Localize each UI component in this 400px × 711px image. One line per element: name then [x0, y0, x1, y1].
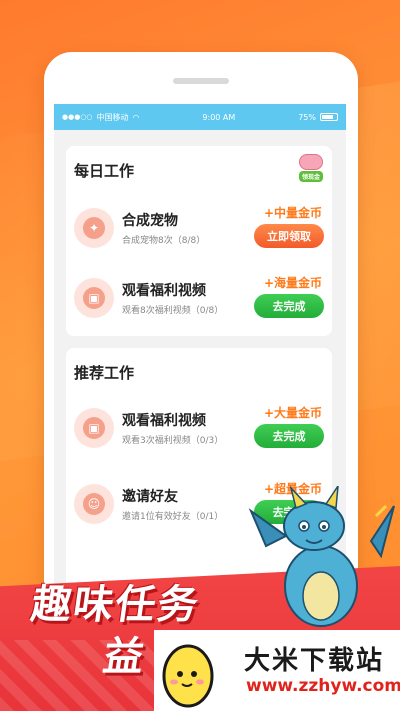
promo-headline: 趣味任务 — [28, 582, 203, 628]
task-name: 观看福利视频 — [122, 283, 206, 299]
cash-badge[interactable]: 领现金 — [296, 154, 326, 182]
go-complete-button[interactable]: 去完成 — [254, 294, 324, 318]
task-name: 邀请好友 — [122, 489, 178, 505]
carrier-name: 中国移动 — [96, 112, 129, 122]
task-row: ▣ 观看福利视频 观看8次福利视频（0/8） +海量金币 去完成 — [74, 274, 324, 324]
battery-percent: 75% — [298, 112, 316, 122]
piggy-bank-icon — [299, 154, 323, 170]
task-reward: +大量金币 — [263, 406, 322, 420]
pet-icon: ✦ — [74, 208, 114, 248]
status-bar: ●●●○○ 中国移动 ◠ 9:00 AM 75% — [54, 104, 346, 130]
wifi-icon: ◠ — [132, 112, 140, 122]
claim-button[interactable]: 立即领取 — [254, 224, 324, 248]
task-desc: 观看3次福利视频（0/3） — [122, 436, 224, 446]
task-reward: +海量金币 — [263, 276, 322, 290]
battery-icon — [319, 113, 338, 121]
phone-speaker — [173, 78, 229, 84]
daily-tasks-title: 每日工作 — [74, 162, 135, 180]
dragon-mascot-icon — [248, 486, 395, 627]
recommended-tasks-title: 推荐工作 — [74, 364, 135, 382]
friend-icon: ☺ — [74, 484, 114, 524]
task-desc: 合成宠物8次（8/8） — [122, 236, 206, 246]
promo-headline-second: 益 — [100, 634, 147, 680]
watermark-title: 大米下载站 — [244, 646, 385, 676]
task-reward: +中量金币 — [263, 206, 322, 220]
daily-tasks-card: 每日工作 领现金 ✦ 合成宠物 合成宠物8次（8/8） +中量金币 立即领取 ▣… — [66, 146, 332, 336]
watermark-url[interactable]: www.zzhyw.com — [246, 676, 400, 696]
task-row: ✦ 合成宠物 合成宠物8次（8/8） +中量金币 立即领取 — [74, 204, 324, 254]
task-name: 观看福利视频 — [122, 413, 206, 429]
gift-icon: ▣ — [74, 408, 114, 448]
egg-mascot-icon — [162, 644, 214, 708]
gift-icon: ▣ — [74, 278, 114, 318]
task-row: ▣ 观看福利视频 观看3次福利视频（0/3） +大量金币 去完成 — [74, 404, 324, 454]
task-desc: 观看8次福利视频（0/8） — [122, 306, 224, 316]
status-time: 9:00 AM — [202, 112, 236, 122]
go-complete-button[interactable]: 去完成 — [254, 424, 324, 448]
cash-badge-label: 领现金 — [298, 171, 323, 182]
task-desc: 邀请1位有效好友（0/1） — [122, 512, 224, 522]
task-name: 合成宠物 — [122, 213, 178, 229]
signal-icon: ●●●○○ — [62, 113, 93, 121]
